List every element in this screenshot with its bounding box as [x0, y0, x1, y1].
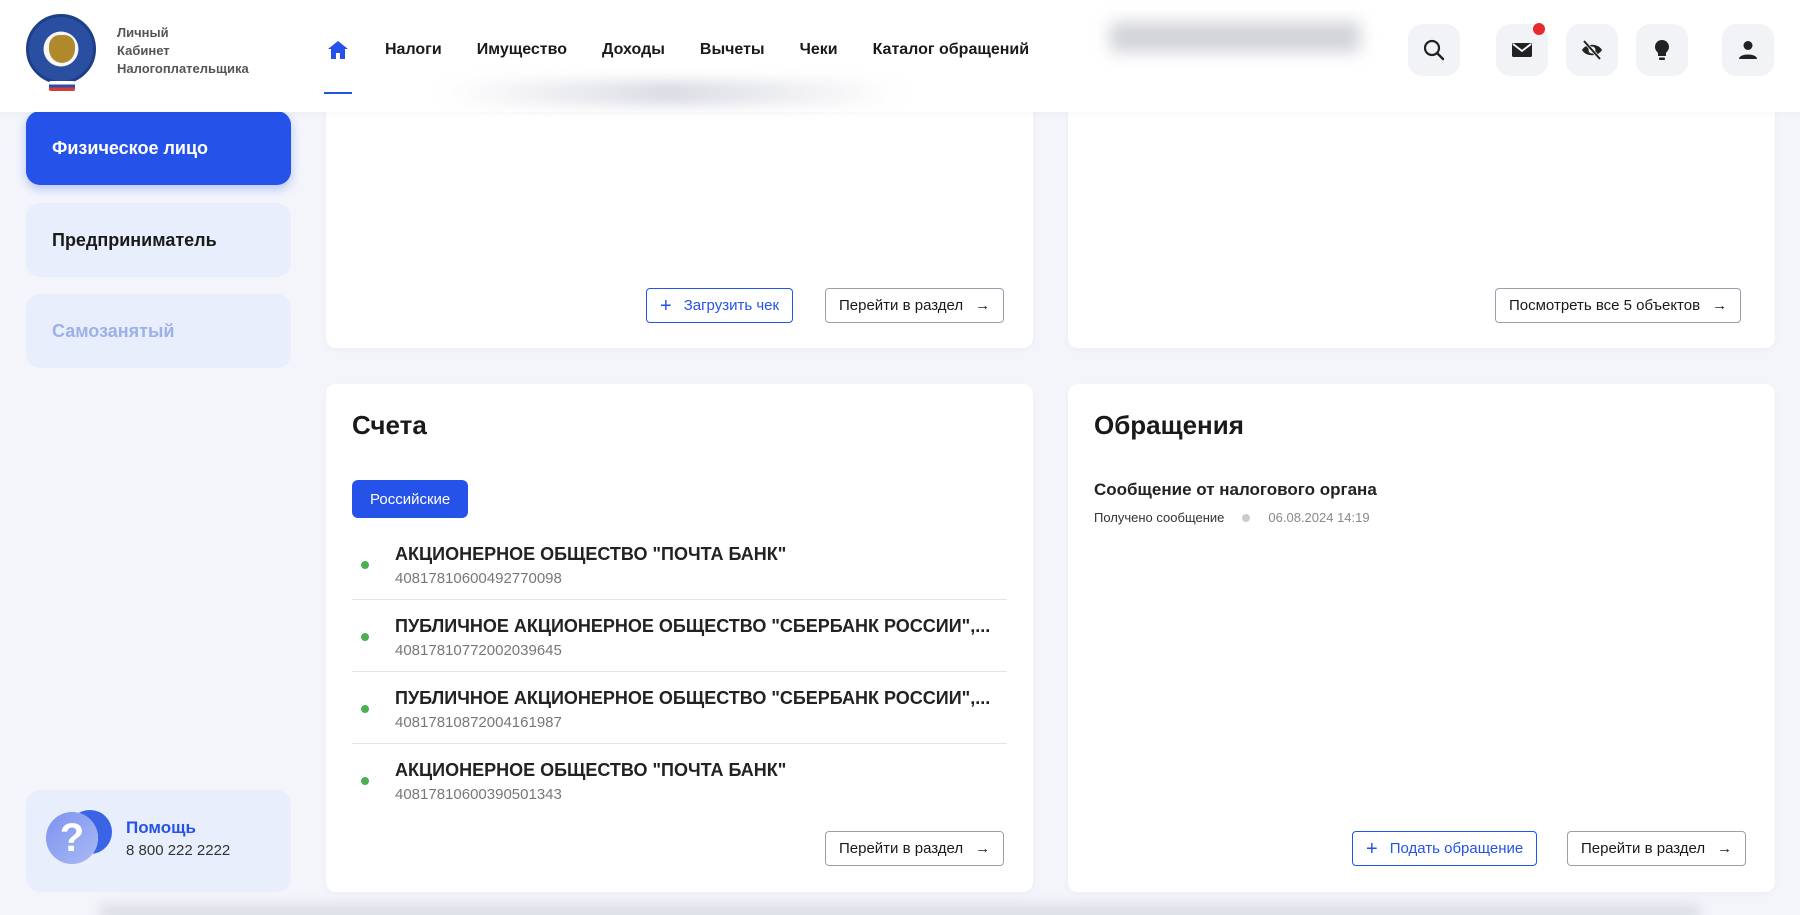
appeals-goto-button[interactable]: Перейти в раздел →: [1567, 831, 1747, 866]
property-card: Посмотреть все 5 объектов →: [1068, 100, 1775, 348]
notification-dot: [1533, 23, 1545, 35]
eye-off-icon: [1582, 39, 1602, 61]
goto-label: Перейти в раздел: [1581, 840, 1706, 857]
account-row[interactable]: АКЦИОНЕРНОЕ ОБЩЕСТВО "ПОЧТА БАНК" 408178…: [352, 528, 1007, 600]
sidebar-item-individual[interactable]: Физическое лицо: [26, 111, 291, 185]
sidebar-item-self-employed[interactable]: Самозанятый: [26, 294, 291, 368]
nav-item-property[interactable]: Имущество: [477, 41, 567, 59]
upload-receipt-label: Загрузить чек: [683, 297, 780, 314]
search-icon: [1423, 39, 1445, 61]
view-all-label: Посмотреть все 5 объектов: [1509, 297, 1701, 314]
message-title[interactable]: Сообщение от налогового органа: [1094, 480, 1377, 500]
message-date: 06.08.2024 14:19: [1268, 510, 1370, 525]
sidebar-item-label: Самозанятый: [52, 320, 175, 341]
view-all-objects-button[interactable]: Посмотреть все 5 объектов →: [1495, 288, 1742, 323]
receipts-goto-button[interactable]: Перейти в раздел →: [825, 288, 1005, 323]
account-number: 40817810872004161987: [395, 714, 562, 731]
receipts-card: + Загрузить чек Перейти в раздел →: [326, 100, 1033, 348]
account-bank-name: АКЦИОНЕРНОЕ ОБЩЕСТВО "ПОЧТА БАНК": [395, 544, 787, 564]
nav-active-underline: [324, 92, 352, 94]
accounts-goto-button[interactable]: Перейти в раздел →: [825, 831, 1005, 866]
arrow-right-icon: →: [975, 297, 991, 314]
nav-home[interactable]: [324, 38, 352, 94]
status-dot: [361, 633, 369, 641]
main-nav: Налоги Имущество Доходы Вычеты Чеки Ката…: [324, 30, 1064, 94]
sidebar-item-label: Предприниматель: [52, 229, 217, 250]
submit-appeal-button[interactable]: + Подать обращение: [1352, 831, 1538, 866]
submit-appeal-label: Подать обращение: [1389, 840, 1524, 857]
message-status: Получено сообщение: [1094, 510, 1225, 525]
brand-title: Личный Кабинет Налогоплательщика: [117, 24, 249, 78]
sidebar-item-label: Физическое лицо: [52, 137, 209, 158]
nav-item-appeals-catalog[interactable]: Каталог обращений: [873, 41, 1030, 59]
lightbulb-icon: [1655, 40, 1669, 60]
account-row[interactable]: ПУБЛИЧНОЕ АКЦИОНЕРНОЕ ОБЩЕСТВО "СБЕРБАНК…: [352, 600, 1007, 672]
blurred-content: [440, 80, 900, 106]
accounts-list: АКЦИОНЕРНОЕ ОБЩЕСТВО "ПОЧТА БАНК" 408178…: [352, 528, 1007, 816]
nav-item-receipts[interactable]: Чеки: [800, 41, 838, 59]
flag-icon: [49, 81, 75, 91]
account-number: 40817810600390501343: [395, 786, 562, 803]
goto-label: Перейти в раздел: [839, 840, 964, 857]
help-phone: 8 800 222 2222: [126, 842, 231, 859]
bottom-bar-shadow: [100, 905, 1700, 915]
sidebar-item-entrepreneur[interactable]: Предприниматель: [26, 203, 291, 277]
account-number: 40817810772002039645: [395, 642, 562, 659]
message-meta: Получено сообщение 06.08.2024 14:19: [1094, 510, 1370, 525]
nav-item-taxes[interactable]: Налоги: [385, 41, 442, 59]
emblem-icon: [49, 35, 75, 63]
appeals-card: Обращения Сообщение от налогового органа…: [1068, 384, 1775, 892]
brand-line-1: Личный: [117, 25, 169, 40]
search-button[interactable]: [1408, 24, 1460, 76]
question-icon: ?: [46, 812, 98, 864]
help-title: Помощь: [126, 818, 196, 837]
blurred-content: [1110, 22, 1360, 52]
arrow-right-icon: →: [1712, 297, 1728, 314]
tips-button[interactable]: [1636, 24, 1688, 76]
filter-russian-chip[interactable]: Российские: [352, 480, 469, 518]
fns-logo[interactable]: [26, 14, 96, 91]
upload-receipt-button[interactable]: + Загрузить чек: [646, 288, 794, 323]
status-dot: [361, 561, 369, 569]
account-row[interactable]: ПУБЛИЧНОЕ АКЦИОНЕРНОЕ ОБЩЕСТВО "СБЕРБАНК…: [352, 672, 1007, 744]
plus-icon: +: [1366, 837, 1378, 860]
nav-item-income[interactable]: Доходы: [602, 41, 665, 59]
help-widget[interactable]: ? Помощь 8 800 222 2222: [26, 790, 291, 892]
accounts-title: Счета: [352, 410, 427, 440]
account-number: 40817810600492770098: [395, 570, 562, 587]
plus-icon: +: [660, 294, 672, 317]
arrow-right-icon: →: [1717, 840, 1733, 857]
user-icon: [1739, 41, 1757, 59]
hide-values-button[interactable]: [1566, 24, 1618, 76]
arrow-right-icon: →: [975, 840, 991, 857]
separator-dot: [1242, 513, 1251, 522]
accounts-card: Счета Российские АКЦИОНЕРНОЕ ОБЩЕСТВО "П…: [326, 384, 1033, 892]
account-bank-name: ПУБЛИЧНОЕ АКЦИОНЕРНОЕ ОБЩЕСТВО "СБЕРБАНК…: [395, 688, 991, 708]
brand-line-3: Налогоплательщика: [117, 61, 249, 76]
home-icon: [328, 41, 348, 59]
account-bank-name: АКЦИОНЕРНОЕ ОБЩЕСТВО "ПОЧТА БАНК": [395, 760, 787, 780]
appeals-title: Обращения: [1094, 410, 1244, 440]
goto-label: Перейти в раздел: [839, 297, 964, 314]
status-dot: [361, 705, 369, 713]
nav-item-deductions[interactable]: Вычеты: [700, 41, 765, 59]
header: Личный Кабинет Налогоплательщика Налоги …: [0, 0, 1800, 112]
account-row[interactable]: АКЦИОНЕРНОЕ ОБЩЕСТВО "ПОЧТА БАНК" 408178…: [352, 744, 1007, 816]
mail-icon: [1512, 43, 1532, 57]
messages-button[interactable]: [1496, 23, 1548, 76]
brand-line-2: Кабинет: [117, 43, 170, 58]
status-dot: [361, 777, 369, 785]
profile-button[interactable]: [1722, 24, 1774, 76]
account-bank-name: ПУБЛИЧНОЕ АКЦИОНЕРНОЕ ОБЩЕСТВО "СБЕРБАНК…: [395, 616, 991, 636]
